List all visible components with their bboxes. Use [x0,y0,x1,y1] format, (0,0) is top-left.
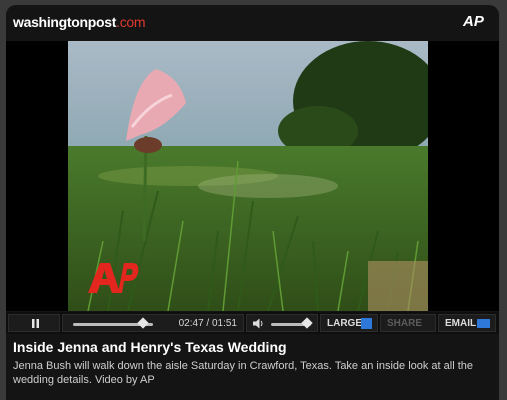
video-viewport[interactable] [6,41,499,311]
logo-suffix: .com [116,14,146,30]
pause-button[interactable] [8,314,60,332]
email-label: EMAIL [445,318,477,329]
expand-icon [361,318,372,329]
speaker-icon[interactable] [253,318,265,329]
volume-section [246,314,318,332]
washingtonpost-logo[interactable]: washingtonpost.com [13,14,146,30]
video-title[interactable]: Inside Jenna and Henry's Texas Wedding [13,339,493,355]
envelope-icon [477,319,490,328]
larger-button[interactable]: LARGER [320,314,378,332]
video-description: Jenna Bush will walk down the aisle Satu… [13,360,474,386]
email-button[interactable]: EMAIL [438,314,496,332]
time-display: 02:47 / 01:51 [178,318,237,329]
share-button[interactable]: SHARE [380,314,436,332]
volume-handle[interactable] [301,317,313,329]
pause-icon [32,319,39,328]
video-caption: Inside Jenna and Henry's Texas Wedding J… [13,339,493,387]
video-player: washingtonpost.com AP 02:47 / 01:51 LARG… [6,5,499,400]
video-frame [68,41,428,311]
ap-badge: AP [463,13,484,30]
seek-handle[interactable] [137,317,149,329]
share-label: SHARE [387,318,423,329]
progress-section: 02:47 / 01:51 [62,314,244,332]
ap-watermark-logo [88,263,139,293]
control-bar: 02:47 / 01:51 LARGER SHARE EMAIL [6,312,499,334]
player-header: washingtonpost.com AP [6,5,499,41]
logo-text: washingtonpost [13,14,117,30]
